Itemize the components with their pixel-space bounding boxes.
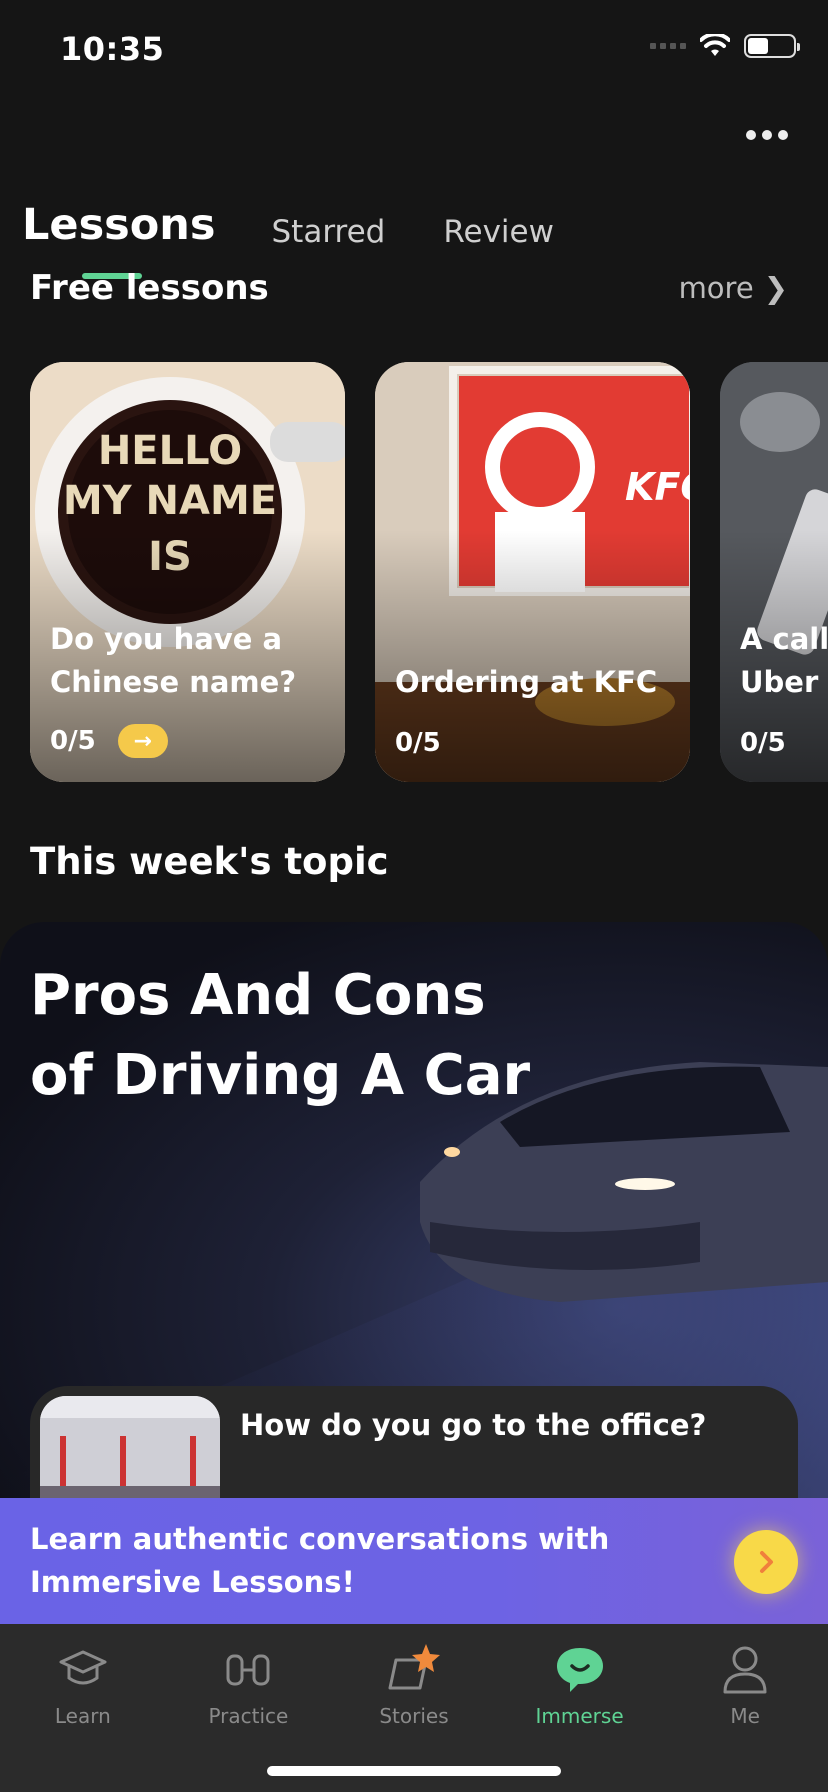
tab-review[interactable]: Review	[443, 214, 554, 250]
chevron-right-icon	[760, 1551, 773, 1573]
lesson-card[interactable]: KFC Ordering at KFC 0/5	[375, 362, 690, 782]
free-lessons-header: Free lessons more ❯	[30, 268, 788, 308]
dumbbell-icon	[166, 1642, 332, 1698]
more-options-icon[interactable]	[746, 130, 788, 140]
image-text-hello: HELLO	[98, 428, 242, 474]
nav-me[interactable]: Me	[662, 1624, 828, 1792]
person-icon	[662, 1642, 828, 1698]
start-button[interactable]: →	[117, 724, 168, 758]
banner-go-button[interactable]	[734, 1530, 798, 1594]
tab-lessons[interactable]: Lessons	[22, 200, 216, 250]
book-star-icon	[331, 1642, 497, 1698]
more-link[interactable]: more ❯	[679, 271, 788, 305]
tab-bar: Lessons Starred Review	[22, 200, 612, 250]
battery-fill	[748, 38, 768, 54]
battery-icon	[744, 34, 800, 58]
week-topic-heading: This week's topic	[30, 840, 389, 883]
nav-label: Immerse	[535, 1704, 624, 1728]
chevron-right-icon: ❯	[763, 271, 788, 305]
lesson-card[interactable]: A call Uber c 0/5	[720, 362, 828, 782]
nav-label: Learn	[54, 1704, 111, 1728]
arrow-right-icon: →	[133, 728, 152, 754]
graduation-cap-icon	[0, 1642, 166, 1698]
topic-title: Pros And Cons of Driving A Car	[30, 963, 531, 1108]
banner-text: Learn authentic conversations with Immer…	[30, 1522, 610, 1599]
progress-text: 0/5	[740, 728, 786, 758]
progress-text: 0/5	[395, 728, 441, 758]
section-title: Free lessons	[30, 268, 269, 308]
progress-text: 0/5	[50, 726, 96, 756]
lesson-card[interactable]: HELLO MY NAME IS Do you have a Chinese n…	[30, 362, 345, 782]
card-title: A call Uber c	[740, 622, 828, 699]
chat-bubble-icon	[497, 1642, 663, 1698]
nav-learn[interactable]: Learn	[0, 1624, 166, 1792]
nav-label: Practice	[208, 1704, 289, 1728]
card-progress: 0/5	[740, 728, 786, 758]
nav-label: Stories	[379, 1704, 449, 1728]
card-progress: 0/5 →	[50, 724, 168, 758]
image-text-kfc: KFC	[625, 465, 690, 509]
card-title: Ordering at KFC	[395, 665, 658, 699]
tab-starred[interactable]: Starred	[272, 214, 386, 250]
status-time: 10:35	[60, 30, 165, 68]
status-icons	[650, 34, 800, 58]
home-indicator	[267, 1766, 561, 1776]
lesson-cards: HELLO MY NAME IS Do you have a Chinese n…	[30, 362, 828, 782]
more-label: more	[678, 271, 754, 305]
image-text-myname: MY NAME	[63, 478, 277, 524]
card-progress: 0/5	[395, 728, 441, 758]
cellular-signal-icon	[650, 43, 686, 49]
card-title: Do you have a Chinese name?	[50, 622, 297, 699]
nav-label: Me	[730, 1704, 760, 1728]
wifi-icon	[700, 34, 730, 58]
status-bar: 10:35	[0, 0, 828, 96]
immersive-banner[interactable]: Learn authentic conversations with Immer…	[0, 1498, 828, 1624]
topic-lesson-title: How do you go to the office?	[240, 1408, 707, 1442]
